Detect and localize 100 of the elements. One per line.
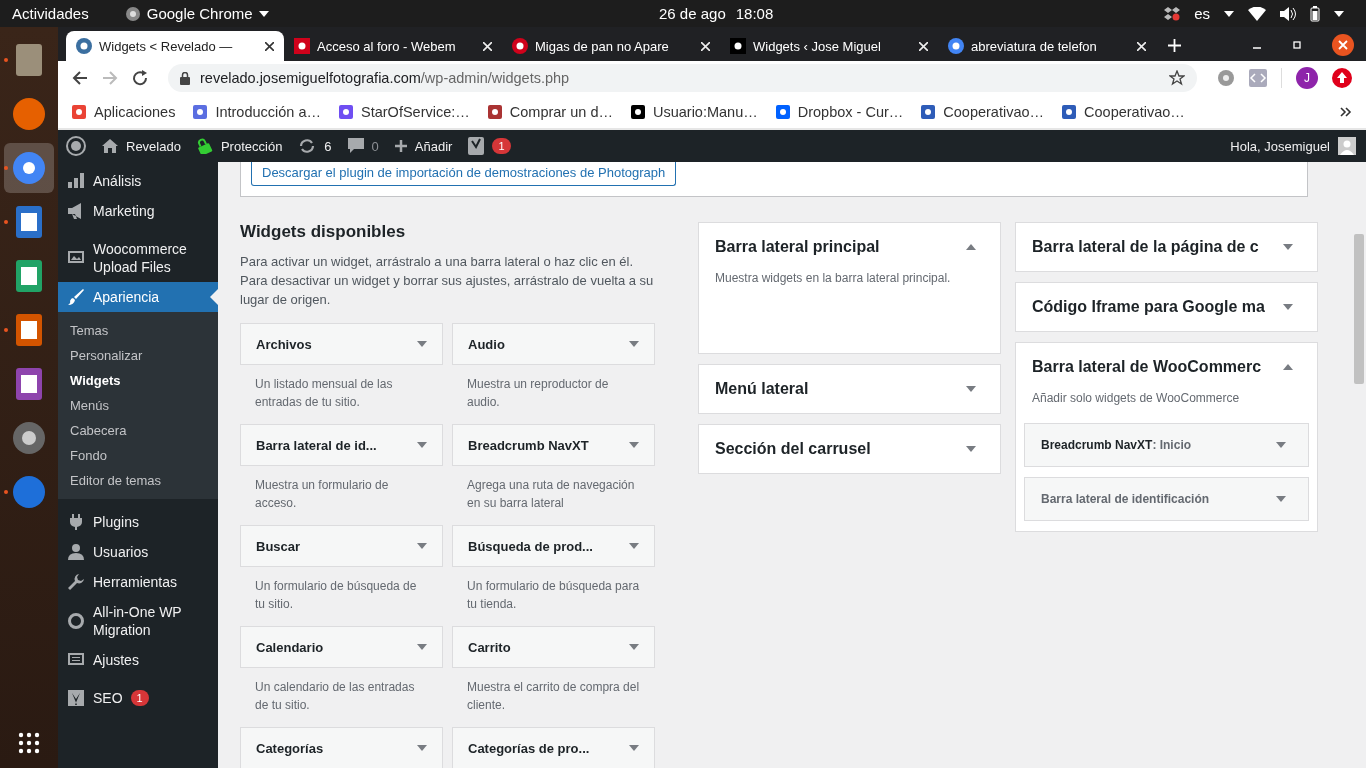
date-text[interactable]: 26 de ago: [659, 5, 726, 22]
submenu-item[interactable]: Cabecera: [58, 418, 218, 443]
sidebar-header[interactable]: Barra lateral principal: [699, 223, 1000, 271]
bookmark-icon: [487, 104, 502, 119]
menu-icon: [67, 573, 85, 591]
widget-card[interactable]: Buscar: [240, 525, 443, 567]
address-bar[interactable]: revelado.josemiguelfotografia.com/wp-admin/widgets.php: [168, 64, 1197, 92]
app-menu[interactable]: Google Chrome: [146, 5, 253, 22]
submenu-item[interactable]: Fondo: [58, 443, 218, 468]
caret-icon[interactable]: [1334, 10, 1344, 17]
activities-button[interactable]: Actividades: [12, 5, 89, 22]
browser-tab[interactable]: Widgets ‹ Jose Miguel: [720, 31, 938, 61]
bookmark-icon: [339, 104, 353, 119]
bookmark-item[interactable]: StarOfService:…: [339, 103, 470, 120]
restore-icon[interactable]: [1292, 40, 1302, 50]
widget-card[interactable]: Barra lateral de identificación: [1024, 477, 1309, 521]
widget-card[interactable]: Carrito: [452, 626, 655, 668]
sidebar-header[interactable]: Sección del carrusel: [699, 425, 1000, 473]
widget-card[interactable]: Búsqueda de prod...: [452, 525, 655, 567]
submenu-item[interactable]: Editor de temas: [58, 468, 218, 493]
menu-item[interactable]: Ajustes: [58, 645, 218, 675]
submenu-item[interactable]: Temas: [58, 318, 218, 343]
widget-card[interactable]: Calendario: [240, 626, 443, 668]
browser-tab[interactable]: Widgets < Revelado —: [66, 31, 284, 61]
browser-tab[interactable]: abreviatura de telefon: [938, 31, 1156, 61]
widget-card[interactable]: Breadcrumb NavXT: [452, 424, 655, 466]
menu-item[interactable]: Herramientas: [58, 567, 218, 597]
sidebar-header[interactable]: Código Iframe para Google ma: [1016, 283, 1317, 331]
menu-item[interactable]: SEO 1: [58, 683, 218, 713]
widget-card[interactable]: Categorías de pro...: [452, 727, 655, 768]
site-link[interactable]: Revelado: [102, 138, 181, 154]
star-icon[interactable]: [1169, 70, 1185, 86]
submenu-item[interactable]: Menús: [58, 393, 218, 418]
profile-avatar[interactable]: J: [1296, 67, 1318, 89]
section-title: Widgets disponibles: [240, 222, 407, 242]
bookmark-icon: [775, 104, 790, 119]
wifi-icon[interactable]: [1248, 6, 1266, 21]
sidebar-header[interactable]: Barra lateral de WooCommerc: [1016, 343, 1317, 391]
sidebar-header[interactable]: Menú lateral: [699, 365, 1000, 413]
download-plugin-button[interactable]: Descargar el plugin de importación de demostraciones de Photograph: [251, 162, 677, 186]
bookmark-item[interactable]: Introducción a…: [193, 103, 321, 120]
favicon-icon: [76, 38, 92, 54]
reload-icon[interactable]: [132, 70, 148, 86]
bookmark-item[interactable]: Cooperativao…: [921, 103, 1045, 120]
account-menu[interactable]: Hola, Josemiguel: [1230, 137, 1356, 155]
add-new-link[interactable]: Añadir: [394, 138, 453, 154]
battery-icon[interactable]: [1310, 5, 1320, 22]
submenu-item[interactable]: Personalizar: [58, 343, 218, 368]
time-text[interactable]: 18:08: [735, 5, 774, 22]
menu-icon: [67, 543, 85, 561]
bookmark-item[interactable]: Usuario:Manu…: [630, 103, 758, 120]
widget-card[interactable]: Archivos: [240, 323, 443, 365]
bookmark-item[interactable]: Dropbox - Cur…: [775, 103, 904, 120]
browser-tab[interactable]: Acceso al foro - Webem: [284, 31, 502, 61]
bookmark-item[interactable]: Aplicaciones: [72, 103, 176, 120]
bookmark-item[interactable]: Cooperativao…: [1062, 103, 1185, 120]
caret-icon: [629, 341, 639, 347]
sidebar-header[interactable]: Barra lateral de la página de c: [1016, 223, 1317, 271]
close-icon[interactable]: [265, 41, 274, 51]
gear-icon[interactable]: [1217, 69, 1235, 87]
favicon-icon: [948, 38, 964, 54]
bookmark-item[interactable]: Comprar un d…: [487, 103, 613, 120]
volume-icon[interactable]: [1280, 6, 1296, 21]
menu-item[interactable]: Apariencia: [58, 282, 218, 312]
dock-item[interactable]: [4, 143, 54, 193]
close-icon[interactable]: [1332, 34, 1354, 56]
submenu-item[interactable]: Widgets: [58, 368, 218, 393]
app-icon: [12, 97, 46, 131]
menu-icon: [67, 513, 85, 531]
widget-card[interactable]: Breadcrumb NavXT: Inicio: [1024, 423, 1309, 467]
upload-icon[interactable]: [1332, 68, 1352, 88]
widget-description: Agrega una ruta de navegación en su barra lateral: [466, 477, 636, 512]
widget-card[interactable]: Categorías: [240, 727, 443, 768]
menu-item[interactable]: Marketing: [58, 196, 218, 226]
bookmark-icon: [193, 104, 208, 119]
protection-link[interactable]: Protección: [196, 138, 283, 154]
menu-icon: [67, 288, 85, 306]
bookmark-icon: [630, 104, 645, 119]
menu-item[interactable]: Usuarios: [58, 537, 218, 567]
chevron-icon[interactable]: [1340, 106, 1352, 117]
widget-card[interactable]: Audio: [452, 323, 655, 365]
scrollbar-thumb[interactable]: [1354, 234, 1364, 384]
menu-item[interactable]: Análisis: [58, 166, 218, 196]
language-indicator[interactable]: es: [1194, 5, 1210, 22]
menu-item[interactable]: Woocommerce Upload Files: [58, 234, 218, 282]
new-tab-icon[interactable]: [1168, 39, 1181, 52]
menu-item[interactable]: Plugins: [58, 507, 218, 537]
caret-icon: [1276, 442, 1286, 448]
caret-icon: [417, 644, 427, 650]
updates-link[interactable]: 6: [298, 138, 332, 154]
lock-icon: [196, 138, 213, 154]
widget-card[interactable]: Barra lateral de id...: [240, 424, 443, 466]
widget-description: Muestra el carrito de compra del cliente.: [466, 679, 641, 714]
widget-description: Un calendario de las entradas de tu sitio.: [254, 679, 416, 714]
avatar-icon: [1338, 137, 1356, 155]
back-icon[interactable]: [72, 70, 88, 86]
comments-link[interactable]: 0: [347, 138, 379, 154]
app-grid-icon[interactable]: [18, 732, 40, 754]
browser-tab[interactable]: Migas de pan no Apare: [502, 31, 720, 61]
menu-item[interactable]: All-in-One WP Migration: [58, 597, 218, 645]
